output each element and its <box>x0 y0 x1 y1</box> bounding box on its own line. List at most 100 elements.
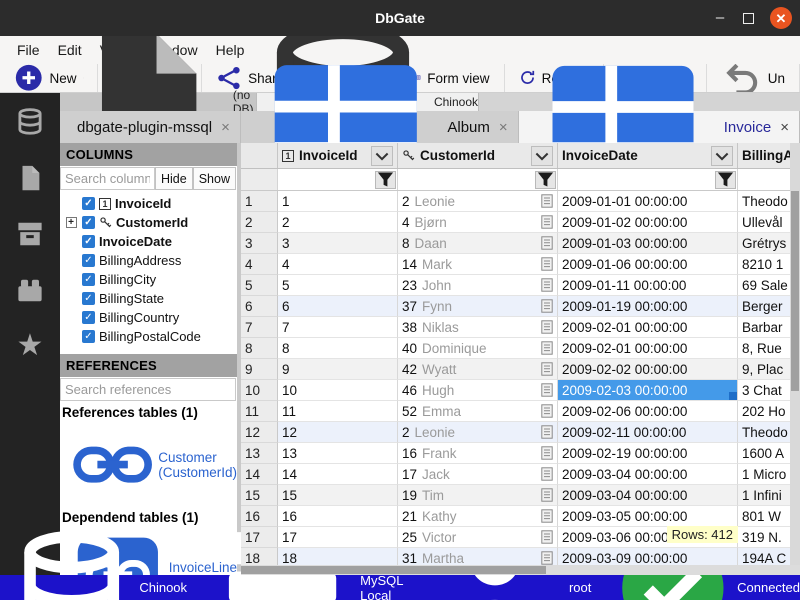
horizontal-scrollbar[interactable] <box>241 565 800 575</box>
cell-customerid[interactable]: 23John <box>398 275 558 296</box>
checkbox-checked-icon[interactable]: ✓ <box>82 197 95 210</box>
cell-customerid[interactable]: 40Dominique <box>398 338 558 359</box>
column-menu-button[interactable] <box>371 146 393 166</box>
column-menu-button[interactable] <box>711 146 733 166</box>
tab-group--no-db-[interactable]: (no DB) <box>60 93 257 111</box>
row-number-cell[interactable]: 12 <box>241 422 278 443</box>
cell-invoicedate[interactable]: 2009-01-03 00:00:00 <box>558 233 738 254</box>
row-number-cell[interactable]: 6 <box>241 296 278 317</box>
column-header-invoiceid[interactable]: 1InvoiceId <box>278 143 398 168</box>
cell-customerid[interactable]: 19Tim <box>398 485 558 506</box>
hide-button[interactable]: Hide <box>155 167 193 190</box>
checkbox-checked-icon[interactable]: ✓ <box>82 254 95 267</box>
cell-invoicedate[interactable]: 2009-02-02 00:00:00 <box>558 359 738 380</box>
checkbox-checked-icon[interactable]: ✓ <box>82 235 95 248</box>
cell-invoicedate[interactable]: 2009-03-05 00:00:00 <box>558 506 738 527</box>
cell-invoiceid[interactable]: 10 <box>278 380 398 401</box>
cell-customerid[interactable]: 52Emma <box>398 401 558 422</box>
cell-customerid[interactable]: 4Bjørn <box>398 212 558 233</box>
cell-customerid[interactable]: 31Martha <box>398 548 558 565</box>
horizontal-scrollbar-thumb[interactable] <box>241 566 546 574</box>
toolbar-button-un[interactable]: Un <box>707 64 800 92</box>
column-item-billingaddress[interactable]: ✓BillingAddress <box>60 251 237 270</box>
row-number-cell[interactable]: 15 <box>241 485 278 506</box>
cell-invoicedate[interactable]: 2009-02-11 00:00:00 <box>558 422 738 443</box>
filter-funnel-button[interactable] <box>535 171 556 189</box>
cell-customerid[interactable]: 37Fynn <box>398 296 558 317</box>
selection-handle[interactable] <box>729 392 737 400</box>
cell-invoicedate[interactable]: 2009-02-01 00:00:00 <box>558 338 738 359</box>
cell-invoiceid[interactable]: 5 <box>278 275 398 296</box>
cell-customerid[interactable]: 21Kathy <box>398 506 558 527</box>
row-number-cell[interactable]: 13 <box>241 443 278 464</box>
maximize-button[interactable] <box>743 13 754 24</box>
column-item-billingcity[interactable]: ✓BillingCity <box>60 270 237 289</box>
cell-invoiceid[interactable]: 13 <box>278 443 398 464</box>
cell-invoiceid[interactable]: 12 <box>278 422 398 443</box>
cell-invoiceid[interactable]: 1 <box>278 191 398 212</box>
tab-close-icon[interactable]: × <box>219 119 230 136</box>
row-number-cell[interactable]: 14 <box>241 464 278 485</box>
tab-close-icon[interactable]: × <box>497 119 508 136</box>
checkbox-checked-icon[interactable]: ✓ <box>82 292 95 305</box>
search-columns-input[interactable] <box>60 167 155 190</box>
tab-dbgate-plugin-mssql[interactable]: dbgate-plugin-mssql× <box>60 111 241 143</box>
tab-invoice[interactable]: Invoice× <box>519 111 800 143</box>
rail-item-plugins[interactable] <box>15 275 45 305</box>
tab-album[interactable]: Album× <box>241 111 519 143</box>
cell-invoiceid[interactable]: 7 <box>278 317 398 338</box>
cell-invoicedate[interactable]: 2009-02-19 00:00:00 <box>558 443 738 464</box>
column-item-billingpostalcode[interactable]: ✓BillingPostalCode <box>60 327 237 346</box>
row-number-cell[interactable]: 17 <box>241 527 278 548</box>
filter-funnel-button[interactable] <box>715 171 736 189</box>
rail-item-database[interactable] <box>15 107 45 137</box>
cell-customerid[interactable]: 16Frank <box>398 443 558 464</box>
checkbox-checked-icon[interactable]: ✓ <box>82 216 95 229</box>
cell-invoicedate[interactable]: 2009-01-02 00:00:00 <box>558 212 738 233</box>
row-number-cell[interactable]: 11 <box>241 401 278 422</box>
cell-customerid[interactable]: 17Jack <box>398 464 558 485</box>
rail-item-archive[interactable] <box>15 219 45 249</box>
cell-invoicedate[interactable]: 2009-03-09 00:00:00 <box>558 548 738 565</box>
cell-invoiceid[interactable]: 16 <box>278 506 398 527</box>
row-number-cell[interactable]: 3 <box>241 233 278 254</box>
row-number-cell[interactable]: 2 <box>241 212 278 233</box>
show-button[interactable]: Show <box>193 167 236 190</box>
column-item-invoicedate[interactable]: ✓InvoiceDate <box>60 232 237 251</box>
column-item-billingcountry[interactable]: ✓BillingCountry <box>60 308 237 327</box>
reference-link-customer[interactable]: Customer (CustomerId) <box>60 422 237 507</box>
cell-invoiceid[interactable]: 9 <box>278 359 398 380</box>
cell-invoiceid[interactable]: 4 <box>278 254 398 275</box>
cell-invoicedate[interactable]: 2009-01-06 00:00:00 <box>558 254 738 275</box>
column-menu-button[interactable] <box>531 146 553 166</box>
cell-invoiceid[interactable]: 8 <box>278 338 398 359</box>
cell-invoiceid[interactable]: 17 <box>278 527 398 548</box>
filter-funnel-button[interactable] <box>375 171 396 189</box>
cell-invoicedate[interactable]: 2009-03-04 00:00:00 <box>558 464 738 485</box>
cell-customerid[interactable]: 46Hugh <box>398 380 558 401</box>
cell-invoiceid[interactable]: 11 <box>278 401 398 422</box>
filter-input-invoiceid[interactable] <box>279 171 375 189</box>
cell-customerid[interactable]: 14Mark <box>398 254 558 275</box>
row-number-cell[interactable]: 7 <box>241 317 278 338</box>
cell-invoiceid[interactable]: 15 <box>278 485 398 506</box>
cell-customerid[interactable]: 42Wyatt <box>398 359 558 380</box>
vertical-scrollbar[interactable] <box>790 143 800 565</box>
cell-customerid[interactable]: 38Niklas <box>398 317 558 338</box>
cell-invoicedate-selected[interactable]: 2009-02-03 00:00:00 <box>558 380 738 401</box>
row-number-cell[interactable]: 8 <box>241 338 278 359</box>
cell-invoicedate[interactable]: 2009-01-19 00:00:00 <box>558 296 738 317</box>
checkbox-checked-icon[interactable]: ✓ <box>82 273 95 286</box>
cell-customerid[interactable]: 8Daan <box>398 233 558 254</box>
cell-invoicedate[interactable]: 2009-03-04 00:00:00 <box>558 485 738 506</box>
filter-input-invoicedate[interactable] <box>559 171 715 189</box>
cell-invoiceid[interactable]: 14 <box>278 464 398 485</box>
cell-customerid[interactable]: 2Leonie <box>398 422 558 443</box>
search-references-input[interactable] <box>60 378 236 401</box>
row-number-cell[interactable]: 16 <box>241 506 278 527</box>
close-button[interactable]: ✕ <box>770 7 792 29</box>
rail-item-star[interactable]: ★ <box>15 331 45 361</box>
expander-icon[interactable]: + <box>66 217 77 228</box>
cell-customerid[interactable]: 25Victor <box>398 527 558 548</box>
cell-invoiceid[interactable]: 6 <box>278 296 398 317</box>
